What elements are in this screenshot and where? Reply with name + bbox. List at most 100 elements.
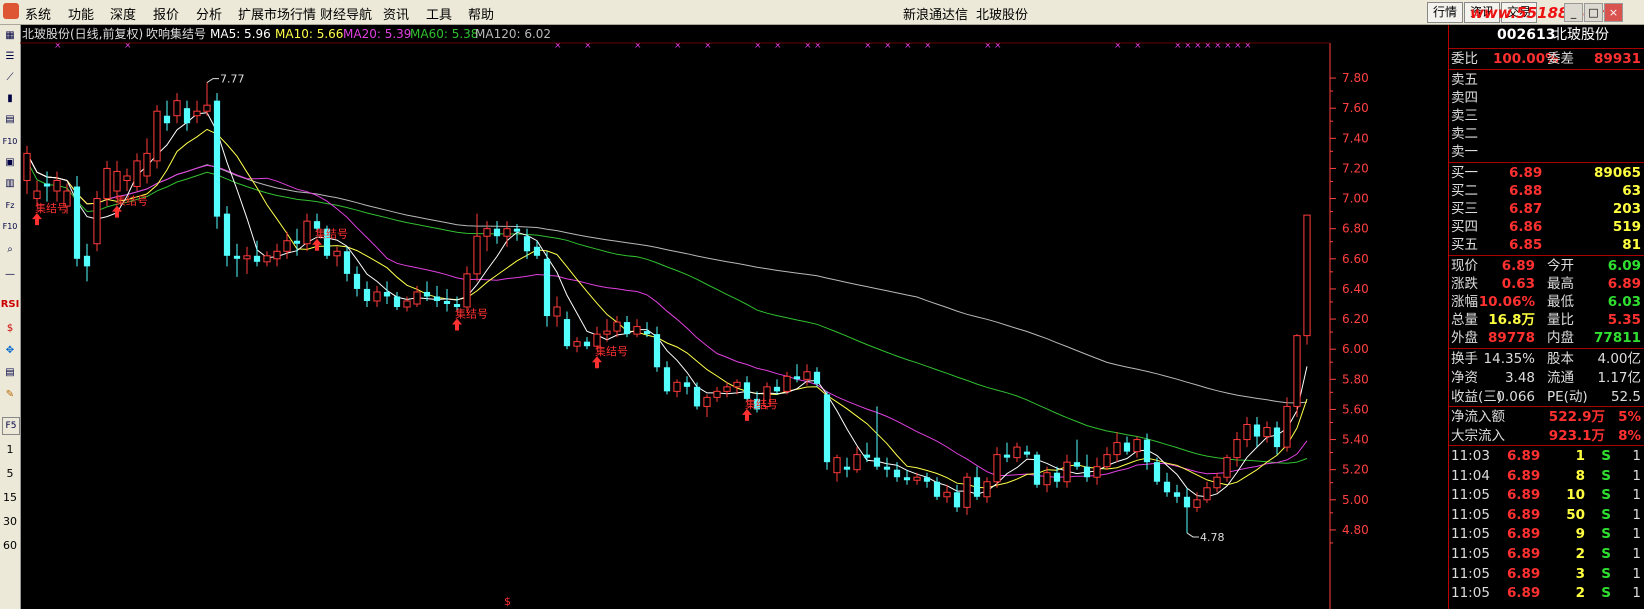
stat-value: 16.8万: [1488, 312, 1535, 328]
menu-depth[interactable]: 深度: [110, 4, 136, 23]
doc-icon[interactable]: ▣: [2, 155, 18, 171]
fund-label: 换手: [1451, 351, 1478, 367]
candle-body-up: [373, 291, 381, 302]
magnifier-icon[interactable]: ⌕: [2, 242, 18, 258]
chart-indicator-label: 吹响集结号: [146, 26, 206, 41]
tick-row: 11:05 6.89 9 S 1: [1449, 524, 1644, 543]
stat-row: 现价 6.89 今开 6.09: [1449, 256, 1644, 275]
line-chart-icon[interactable]: ⟋: [2, 70, 18, 86]
left-toolbar: ▦ ☰ ⟋ ▮ ▤ F10 ▣ ▥ Fz F10 ⌕ — RSI $ ✥ ▤ ✎…: [0, 25, 21, 609]
list-icon[interactable]: ☰: [2, 49, 18, 65]
rsi-icon[interactable]: RSI: [0, 299, 20, 310]
candle-body-down: [443, 300, 451, 304]
candle-body-up: [23, 152, 31, 181]
period-5[interactable]: 5: [0, 467, 20, 480]
candle-body-down: [953, 492, 961, 508]
fund-value: 52.5: [1610, 389, 1641, 405]
candle-body-down: [393, 296, 401, 308]
menu-news[interactable]: 资讯: [383, 4, 409, 23]
candle-body-up: [503, 228, 511, 237]
candle-body-up: [913, 476, 921, 481]
menu-tools[interactable]: 工具: [426, 4, 452, 23]
candle-body-down: [1003, 454, 1011, 458]
tick-row: 11:05 6.89 10 S 1: [1449, 485, 1644, 504]
close-icon[interactable]: ×: [1604, 3, 1623, 22]
tick-volume: 3: [1575, 565, 1585, 582]
candle-body-up: [783, 375, 791, 392]
quote-mode-button[interactable]: 行情: [1427, 2, 1463, 23]
maximize-icon[interactable]: □: [1584, 3, 1603, 22]
y-tick-label: 7.00: [1342, 192, 1369, 206]
menu-finance-nav[interactable]: 财经导航: [320, 4, 372, 23]
menu-extended-market[interactable]: 扩展市场行情: [238, 4, 316, 23]
tick-side: S: [1601, 526, 1611, 543]
move-icon[interactable]: ✥: [2, 343, 18, 359]
high-price-label: 7.77: [220, 73, 245, 86]
fund-value: 3.48: [1504, 370, 1535, 386]
fund-value: 1.17亿: [1597, 370, 1641, 386]
tick-row: 11:05 6.89 50 S 1: [1449, 505, 1644, 524]
period-1[interactable]: 1: [0, 443, 20, 456]
candle-body-up: [463, 273, 471, 308]
candle-body-up: [943, 491, 951, 498]
candle-body-up: [113, 170, 121, 192]
candle-body-up: [1233, 439, 1241, 459]
stock-name: 北玻股份: [1553, 27, 1609, 43]
menu-help[interactable]: 帮助: [468, 4, 494, 23]
f2z-icon[interactable]: Fz: [2, 198, 18, 214]
candle-body-up: [273, 250, 281, 260]
tick-volume: 1: [1575, 448, 1585, 464]
fund-label: PE(动): [1547, 389, 1588, 405]
tick-row: 11:05 6.89 2 S 1: [1449, 583, 1644, 602]
candle-body-up: [703, 396, 711, 407]
menu-quote[interactable]: 报价: [153, 4, 179, 23]
f5-icon[interactable]: F5: [2, 417, 20, 435]
sell1-row: 卖一: [1451, 144, 1478, 160]
tick-price: 6.89: [1507, 467, 1541, 484]
candle-body-up: [143, 152, 151, 177]
candle-body-up: [723, 386, 731, 392]
grid-icon[interactable]: ▦: [2, 28, 18, 44]
tick-time: 11:05: [1451, 546, 1490, 562]
low-price-label: 4.78: [1200, 531, 1225, 544]
fund-label: 净资: [1451, 370, 1478, 386]
candle-body-up: [1203, 487, 1211, 501]
f10-icon[interactable]: F10: [2, 134, 18, 150]
candle-body-up: [1063, 461, 1071, 483]
menu-function[interactable]: 功能: [68, 4, 94, 23]
period-15[interactable]: 15: [0, 491, 20, 504]
candle-body-down: [683, 382, 691, 387]
book-icon[interactable]: ▥: [2, 176, 18, 192]
table-icon[interactable]: ▤: [2, 112, 18, 128]
candle-body-down: [1173, 492, 1181, 497]
menu-system[interactable]: 系统: [25, 4, 51, 23]
stack-icon[interactable]: ▤: [2, 365, 18, 381]
tick-volume: 2: [1575, 546, 1585, 562]
tick-side: S: [1601, 546, 1611, 562]
menu-analysis[interactable]: 分析: [196, 4, 222, 23]
tick-price: 6.89: [1507, 487, 1541, 504]
dollar-icon[interactable]: $: [2, 321, 18, 337]
pencil-icon[interactable]: ✎: [2, 387, 18, 403]
stat-value: 6.09: [1607, 258, 1641, 274]
stat-label: 现价: [1451, 258, 1478, 274]
candle-icon[interactable]: ▮: [2, 91, 18, 107]
signal-label: 集结号: [115, 194, 148, 208]
ma5-label: MA5: 5.96: [210, 27, 271, 41]
fund-row: 收益(三) 0.066 PE(动) 52.5: [1449, 387, 1644, 406]
period-60[interactable]: 60: [0, 539, 20, 552]
candle-body-up: [153, 110, 161, 162]
kline-chart[interactable]: 7.774.78集结号集结号集结号集结号集结号集结号× × × × × × × × × × × × × ×…: [20, 25, 1448, 609]
candle-body-up: [1243, 424, 1251, 441]
tick-price: 6.89: [1507, 546, 1541, 562]
candle-body-up: [263, 255, 271, 263]
fund-label: 收益(三): [1451, 389, 1503, 405]
tick-side: S: [1601, 585, 1611, 602]
fund-label: 股本: [1547, 351, 1574, 367]
candle-body-down: [843, 466, 851, 470]
period-30[interactable]: 30: [0, 515, 20, 528]
tick-count: 1: [1632, 565, 1641, 582]
stat-value: 10.06%: [1478, 294, 1535, 310]
f10b-icon[interactable]: F10: [2, 219, 18, 235]
minimize-icon[interactable]: _: [1564, 3, 1583, 22]
